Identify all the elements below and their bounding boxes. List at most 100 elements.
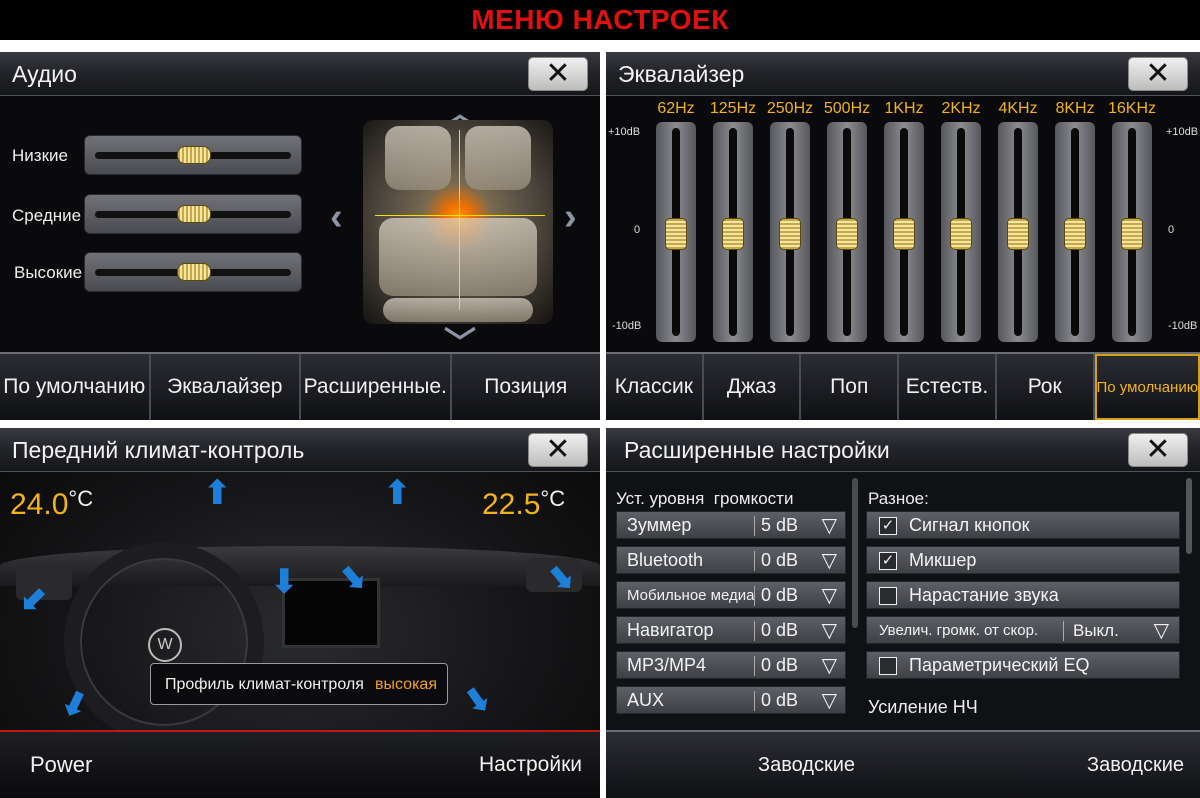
vw-logo-icon: W [148, 628, 182, 662]
volume-dropdown[interactable]: Зуммер 5 dB ▽ [616, 511, 846, 539]
airflow-windshield-right-icon[interactable]: ⬆ [383, 476, 412, 510]
eq-band-slider[interactable] [1112, 122, 1152, 342]
factory-reset-button-right[interactable]: Заводские [1087, 754, 1184, 777]
option-fade-in[interactable]: Нарастание звука [866, 581, 1180, 609]
power-button[interactable]: Power [30, 752, 92, 778]
divider-scrollbar[interactable] [852, 478, 858, 628]
eq-close-button[interactable]: ✕ [1128, 57, 1188, 91]
eq-band-knob[interactable] [779, 218, 801, 250]
eq-band-slider[interactable] [1055, 122, 1095, 342]
eq-band-knob[interactable] [665, 218, 687, 250]
temp-left-value: 24.0 [10, 488, 69, 521]
preset-pop[interactable]: Поп [801, 354, 900, 420]
tab-position[interactable]: Позиция [452, 354, 601, 420]
slider-mid[interactable] [84, 194, 302, 234]
right-scrollbar[interactable] [1186, 478, 1192, 554]
airflow-center-left-icon[interactable]: ⬇ [270, 565, 299, 599]
eq-band-knob[interactable] [1064, 218, 1086, 250]
checkbox-icon[interactable]: ✓ [879, 552, 897, 570]
tab-advanced[interactable]: Расширенные. [301, 354, 452, 420]
volume-value: 0 dB [761, 585, 799, 605]
close-icon: ✕ [1145, 57, 1171, 90]
option-mixer[interactable]: ✓ Микшер [866, 546, 1180, 574]
preset-natural[interactable]: Естеств. [899, 354, 997, 420]
chevron-down-icon: ▽ [821, 550, 837, 572]
eq-band-knob[interactable] [950, 218, 972, 250]
eq-freq-label: 500Hz [823, 100, 871, 117]
preset-jazz[interactable]: Джаз [704, 354, 802, 420]
eq-preset-bar: Классик Джаз Поп Естеств. Рок По умолчан… [606, 352, 1200, 420]
eq-titlebar: Эквалайзер ✕ [606, 52, 1200, 96]
balance-vertical-line [459, 130, 460, 310]
speed-volume-dropdown[interactable]: Увелич. громк. от скор. Выкл. ▽ [866, 616, 1180, 644]
balance-left-arrow-icon[interactable]: ‹ [330, 196, 343, 239]
volume-value: 0 dB [761, 690, 799, 710]
eq-scale-bottom-right: -10dB [1168, 320, 1198, 332]
factory-reset-button-left[interactable]: Заводские [758, 754, 855, 777]
eq-band-knob[interactable] [1121, 218, 1143, 250]
eq-band-knob[interactable] [1007, 218, 1029, 250]
volume-dropdown[interactable]: AUX 0 dB ▽ [616, 686, 846, 714]
eq-band-slider[interactable] [656, 122, 696, 342]
slider-high[interactable] [84, 252, 302, 292]
volume-dropdown[interactable]: MP3/MP4 0 dB ▽ [616, 651, 846, 679]
speed-volume-value: Выкл. [1073, 621, 1119, 640]
volume-value: 0 dB [761, 550, 799, 570]
option-button-sound[interactable]: ✓ Сигнал кнопок [866, 511, 1180, 539]
checkbox-icon[interactable] [879, 587, 897, 605]
volume-section-header: Уст. уровня громкости [616, 489, 794, 508]
eq-title: Эквалайзер [618, 61, 745, 87]
volume-dropdown[interactable]: Bluetooth 0 dB ▽ [616, 546, 846, 574]
eq-band-slider[interactable] [998, 122, 1038, 342]
audio-titlebar: Аудио ✕ [0, 52, 600, 96]
eq-band-slider[interactable] [941, 122, 981, 342]
checkbox-icon[interactable]: ✓ [879, 517, 897, 535]
volume-source-label: MP3/MP4 [627, 655, 707, 675]
close-icon: ✕ [1145, 433, 1171, 466]
eq-freq-label: 125Hz [709, 100, 757, 117]
eq-band-slider[interactable] [770, 122, 810, 342]
climate-profile-value: высокая [375, 676, 437, 693]
climate-close-button[interactable]: ✕ [528, 433, 588, 467]
eq-band-knob[interactable] [893, 218, 915, 250]
airflow-windshield-left-icon[interactable]: ⬆ [203, 476, 232, 510]
slider-low[interactable] [84, 135, 302, 175]
slider-high-knob[interactable] [177, 263, 211, 281]
temp-left[interactable]: 24.0°C [10, 486, 93, 522]
volume-value: 0 dB [761, 620, 799, 640]
volume-source-label: Навигатор [627, 620, 714, 640]
climate-profile-box[interactable]: Профиль климат-контроля высокая [150, 663, 448, 705]
volume-value: 5 dB [761, 515, 799, 535]
tab-default[interactable]: По умолчанию [0, 354, 151, 420]
advanced-bottombar: Заводские Заводские [606, 730, 1200, 798]
eq-band-slider[interactable] [713, 122, 753, 342]
eq-band-knob[interactable] [836, 218, 858, 250]
volume-dropdown[interactable]: Навигатор 0 dB ▽ [616, 616, 846, 644]
preset-default[interactable]: По умолчанию [1094, 354, 1200, 420]
checkbox-icon[interactable] [879, 657, 897, 675]
balance-right-arrow-icon[interactable]: › [564, 196, 577, 239]
volume-dropdown[interactable]: Мобильное медиа 0 dB ▽ [616, 581, 846, 609]
climate-settings-button[interactable]: Настройки [479, 753, 582, 777]
climate-title: Передний климат-контроль [12, 437, 305, 463]
slider-low-knob[interactable] [177, 146, 211, 164]
car-seat-position-map[interactable] [363, 120, 553, 324]
temp-right[interactable]: 22.5°C [482, 486, 565, 522]
advanced-close-button[interactable]: ✕ [1128, 433, 1188, 467]
eq-freq-label: 4KHz [998, 100, 1038, 117]
eq-band-knob[interactable] [722, 218, 744, 250]
eq-band-slider[interactable] [884, 122, 924, 342]
eq-band-slider[interactable] [827, 122, 867, 342]
preset-classic[interactable]: Классик [606, 354, 704, 420]
misc-section-header: Разное: [868, 489, 929, 508]
eq-freq-label: 1KHz [884, 100, 924, 117]
bass-boost-label[interactable]: Усиление НЧ [868, 697, 978, 718]
preset-rock[interactable]: Рок [997, 354, 1095, 420]
volume-source-label: Зуммер [627, 515, 692, 535]
option-parametric-eq[interactable]: Параметрический EQ [866, 651, 1180, 679]
tab-equalizer[interactable]: Эквалайзер [151, 354, 301, 420]
audio-close-button[interactable]: ✕ [528, 57, 588, 91]
volume-source-label: Bluetooth [627, 550, 704, 570]
slider-mid-knob[interactable] [177, 205, 211, 223]
eq-scale-top-left: +10dB [608, 126, 641, 138]
